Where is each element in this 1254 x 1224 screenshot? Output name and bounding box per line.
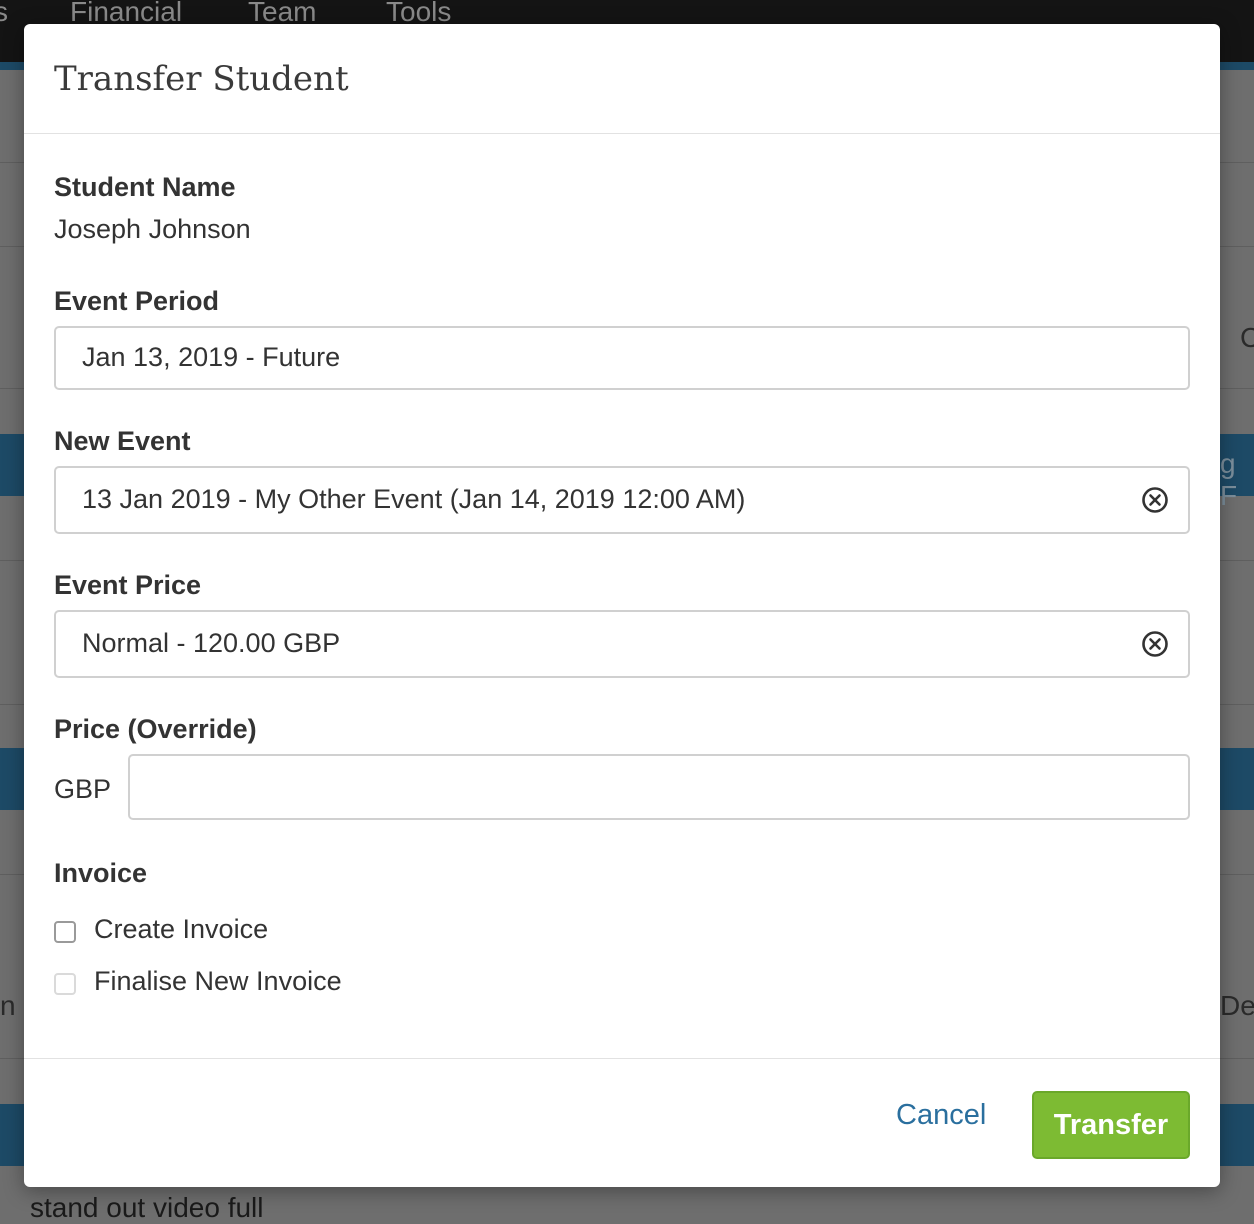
clear-event-price-icon[interactable] bbox=[1140, 629, 1170, 659]
event-period-value: Jan 13, 2019 - Future bbox=[82, 342, 341, 372]
dialog-title: Transfer Student bbox=[54, 59, 349, 99]
dialog-body: Student Name Joseph Johnson Event Period… bbox=[24, 134, 1220, 1058]
new-event-select[interactable]: 13 Jan 2019 - My Other Event (Jan 14, 20… bbox=[54, 466, 1190, 534]
invoice-label: Invoice bbox=[54, 858, 148, 888]
create-invoice-checkbox[interactable] bbox=[54, 921, 76, 943]
transfer-button[interactable]: Transfer bbox=[1032, 1091, 1190, 1159]
event-price-label: Event Price bbox=[54, 570, 202, 600]
student-name-value: Joseph Johnson bbox=[54, 214, 251, 244]
bg-text-fragment: Det bbox=[1220, 990, 1254, 1021]
student-name-label: Student Name bbox=[54, 172, 236, 202]
event-period-label: Event Period bbox=[54, 286, 220, 316]
clear-new-event-icon[interactable] bbox=[1140, 485, 1170, 515]
price-override-label: Price (Override) bbox=[54, 714, 257, 744]
new-event-label: New Event bbox=[54, 426, 191, 456]
bg-text-fragment: stand out video full bbox=[30, 1192, 264, 1223]
bg-text-fragment: n bbox=[0, 990, 16, 1021]
nav-item-partial[interactable]: s bbox=[0, 0, 8, 28]
finalise-invoice-checkbox[interactable] bbox=[54, 973, 76, 995]
create-invoice-label[interactable]: Create Invoice bbox=[94, 914, 268, 945]
price-override-currency: GBP bbox=[54, 774, 112, 804]
finalise-invoice-label[interactable]: Finalise New Invoice bbox=[94, 966, 342, 997]
event-price-value: Normal - 120.00 GBP bbox=[82, 628, 341, 658]
event-period-select[interactable]: Jan 13, 2019 - Future bbox=[54, 326, 1190, 390]
event-price-select[interactable]: Normal - 120.00 GBP bbox=[54, 610, 1190, 678]
new-event-value: 13 Jan 2019 - My Other Event (Jan 14, 20… bbox=[82, 484, 746, 514]
price-override-input[interactable] bbox=[128, 754, 1190, 820]
cancel-button[interactable]: Cancel bbox=[896, 1099, 986, 1132]
transfer-student-dialog: Transfer Student Student Name Joseph Joh… bbox=[24, 24, 1220, 1187]
bg-text-fragment: g F bbox=[1220, 448, 1238, 511]
dialog-header: Transfer Student bbox=[24, 24, 1220, 134]
bg-text-fragment: C bbox=[1240, 322, 1254, 353]
dialog-footer: Cancel Transfer bbox=[24, 1058, 1220, 1187]
